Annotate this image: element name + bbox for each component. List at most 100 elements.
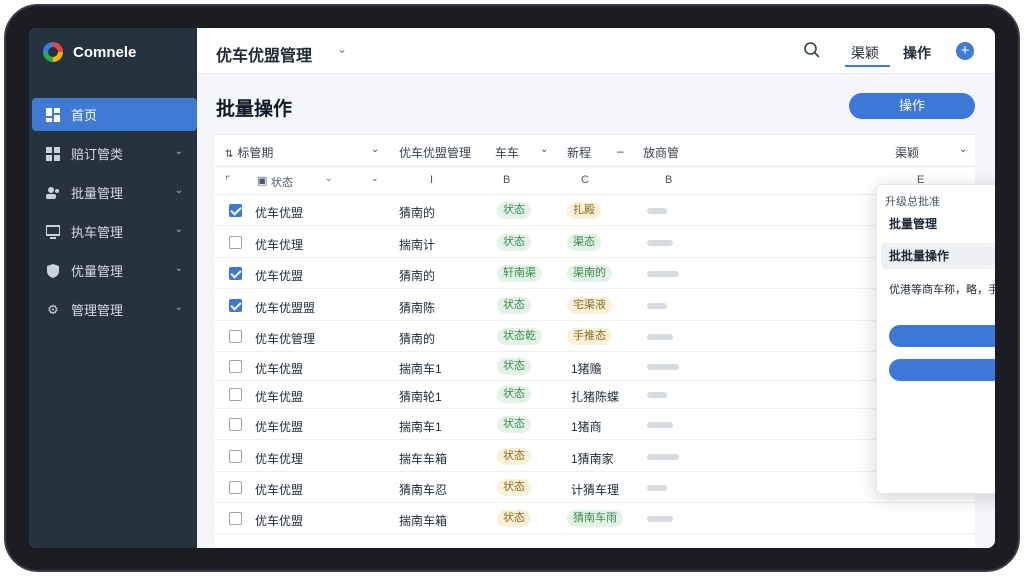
status-text: 1猪商 xyxy=(571,420,602,434)
status-text: 1猪赡 xyxy=(571,362,602,376)
status-badge: 手推态 xyxy=(567,328,612,345)
operate-button[interactable]: 操作 xyxy=(849,93,975,119)
status-badge: 轩南渠 xyxy=(497,265,542,282)
table-header: ⇅ 标管期 ⌄ 优车优盟管理 车车 ⌄ 新程 – 放商管 渠颖 ⌄ xyxy=(215,135,975,167)
row-checkbox[interactable] xyxy=(229,267,242,280)
sidebar-item-settings[interactable]: ⚙ 管理管理 ⌄ xyxy=(32,293,197,326)
gear-icon: ⚙ xyxy=(47,301,59,317)
active-tab-indicator xyxy=(845,65,890,67)
row-checkbox[interactable] xyxy=(229,299,242,312)
chevron-down-icon[interactable]: ⌄ xyxy=(371,144,379,155)
sidebar-item-orders[interactable]: 赔订管类 ⌄ xyxy=(32,137,197,170)
row-checkbox[interactable] xyxy=(229,236,242,249)
vehicle-name: 优车优盟 xyxy=(255,514,304,528)
chevron-down-icon[interactable]: ⌄ xyxy=(325,173,333,184)
popover-item-selected[interactable]: 批批量操作 xyxy=(881,243,995,269)
table-row[interactable]: 优车优盟 猜南轮1 状态 扎猪陈蝶 xyxy=(215,381,975,409)
vehicle-name: 优车优盟 xyxy=(255,390,304,404)
vehicle-code: 猜南陈 xyxy=(399,301,436,315)
status-badge: 状态 xyxy=(497,510,531,527)
popover-item[interactable]: 批量管理 xyxy=(881,211,995,237)
content: 批量操作 操作 ⇅ 标管期 ⌄ 优车优盟管理 车车 ⌄ 新程 – 放商管 渠颖 ⌄… xyxy=(197,74,995,548)
status-badge: 状态 xyxy=(497,448,531,465)
column-header[interactable]: ⇅ 标管期 xyxy=(225,144,273,161)
table-row[interactable]: 优车优盟 揣南车1 状态 1猪赡 xyxy=(215,353,975,381)
row-checkbox[interactable] xyxy=(229,512,242,525)
vehicle-code: 揣南车箱 xyxy=(399,514,448,528)
action-menu[interactable]: 操作 xyxy=(903,43,931,63)
row-checkbox[interactable] xyxy=(229,330,242,343)
table-row[interactable]: 优车优理 揣南计 状态 渠态 xyxy=(215,227,975,258)
table-row[interactable]: 优车优盟盟 猜南陈 状态 宅渠液 xyxy=(215,290,975,321)
status-badge: 状态 xyxy=(497,479,531,496)
table-row[interactable]: 优车优盟 猜南的 状态 扎殿 xyxy=(215,195,975,226)
tab-channel[interactable]: 渠颖 xyxy=(851,43,879,63)
vehicle-name: 优车优盟 xyxy=(255,269,304,283)
sidebar-item-label: 执车管理 xyxy=(71,225,124,240)
sidebar-item-home[interactable]: 首页 xyxy=(32,98,197,131)
blurred-value xyxy=(647,392,667,398)
column-header[interactable]: 车车 xyxy=(495,144,519,161)
row-checkbox[interactable] xyxy=(229,450,242,463)
vehicle-name: 优车优管理 xyxy=(255,332,316,346)
grid-icon xyxy=(45,146,61,162)
sidebar-item-quality[interactable]: 优量管理 ⌄ xyxy=(32,254,197,287)
users-icon xyxy=(45,185,61,201)
column-header[interactable]: 新程 xyxy=(567,144,591,161)
table-row[interactable]: 优车优盟 揣南车1 状态 1猪商 xyxy=(215,409,975,440)
add-icon[interactable]: + xyxy=(956,42,974,60)
toggle-switch[interactable] xyxy=(889,325,995,347)
table-row[interactable]: 优车优理 揣车车箱 状态 1猜南家 xyxy=(215,441,975,472)
sidebar-item-vehicle[interactable]: 执车管理 ⌄ xyxy=(32,215,197,248)
vehicle-code: 猜南车忍 xyxy=(399,483,448,497)
chevron-down-icon[interactable]: ⌄ xyxy=(959,144,967,155)
row-checkbox[interactable] xyxy=(229,388,242,401)
blurred-value xyxy=(647,240,673,246)
chevron-down-icon[interactable]: ⌄ xyxy=(337,42,347,56)
table-row[interactable]: 优车优盟 猜南车忍 状态 计猜车理 xyxy=(215,472,975,503)
subheader-label[interactable]: 状态 xyxy=(271,174,293,190)
vehicle-code: 揣车车箱 xyxy=(399,452,448,466)
vehicle-name: 优车优盟盟 xyxy=(255,301,316,315)
vehicle-code: 猜南的 xyxy=(399,332,436,346)
table-row[interactable]: 优车优盟 揣南车箱 状态 猜南车雨 xyxy=(215,503,975,534)
blurred-value xyxy=(647,364,679,370)
row-checkbox[interactable] xyxy=(229,204,242,217)
row-checkbox[interactable] xyxy=(229,418,242,431)
data-table: ⇅ 标管期 ⌄ 优车优盟管理 车车 ⌄ 新程 – 放商管 渠颖 ⌄ ⌜ ▣ 状态 … xyxy=(215,134,975,548)
vehicle-code: 揣南车1 xyxy=(399,362,442,376)
row-checkbox[interactable] xyxy=(229,481,242,494)
status-badge: 状态 xyxy=(497,358,531,375)
dash-icon: – xyxy=(617,144,624,158)
vehicle-name: 优车优理 xyxy=(255,452,304,466)
table-row[interactable]: 优车优盟 猜南的 轩南渠 渠南的 xyxy=(215,258,975,289)
blurred-value xyxy=(647,422,673,428)
chevron-down-icon[interactable]: ⌄ xyxy=(371,173,379,184)
blurred-value xyxy=(647,334,673,340)
column-header[interactable]: 放商管 xyxy=(643,144,679,161)
vehicle-code: 猜南的 xyxy=(399,206,436,220)
column-header[interactable]: 优车优盟管理 xyxy=(399,144,471,161)
page-title: 批量操作 xyxy=(216,99,293,120)
blurred-value xyxy=(647,303,667,309)
popover-title: 升级总批准 xyxy=(885,196,940,208)
sidebar-item-batch[interactable]: 批量管理 ⌄ xyxy=(32,176,197,209)
vehicle-code: 猜南轮1 xyxy=(399,390,442,404)
chevron-down-icon[interactable]: ⌄ xyxy=(540,144,548,155)
app-screen: Comnele 首页 赔订管类 ⌄ 批量管理 ⌄ 执车管理 ⌄ 优量管理 ⌄ ⚙… xyxy=(29,28,995,548)
table-row[interactable]: 优车优管理 猜南的 状态乾 手推态 xyxy=(215,321,975,352)
sidebar-nav: 首页 赔订管类 ⌄ 批量管理 ⌄ 执车管理 ⌄ 优量管理 ⌄ ⚙ 管理管理 ⌄ xyxy=(29,98,197,332)
confirm-bar-button[interactable] xyxy=(889,359,995,381)
status-badge: 状态 xyxy=(497,416,531,433)
column-header[interactable]: 渠颖 xyxy=(895,144,919,161)
sidebar: Comnele 首页 赔订管类 ⌄ 批量管理 ⌄ 执车管理 ⌄ 优量管理 ⌄ ⚙… xyxy=(29,28,197,548)
vehicle-code: 揣南计 xyxy=(399,238,436,252)
search-icon[interactable] xyxy=(803,41,821,59)
chevron-down-icon: ⌄ xyxy=(174,302,183,313)
row-checkbox[interactable] xyxy=(229,360,242,373)
table-subheader: ⌜ ▣ 状态 ⌄ ⌄ I B C B E xyxy=(215,167,975,195)
sidebar-item-label: 管理管理 xyxy=(71,303,124,318)
status-badge: 状态 xyxy=(497,386,531,403)
blurred-value xyxy=(647,454,679,460)
top-bar: 优车优盟管理 ⌄ 渠颖 操作 + xyxy=(197,28,995,74)
